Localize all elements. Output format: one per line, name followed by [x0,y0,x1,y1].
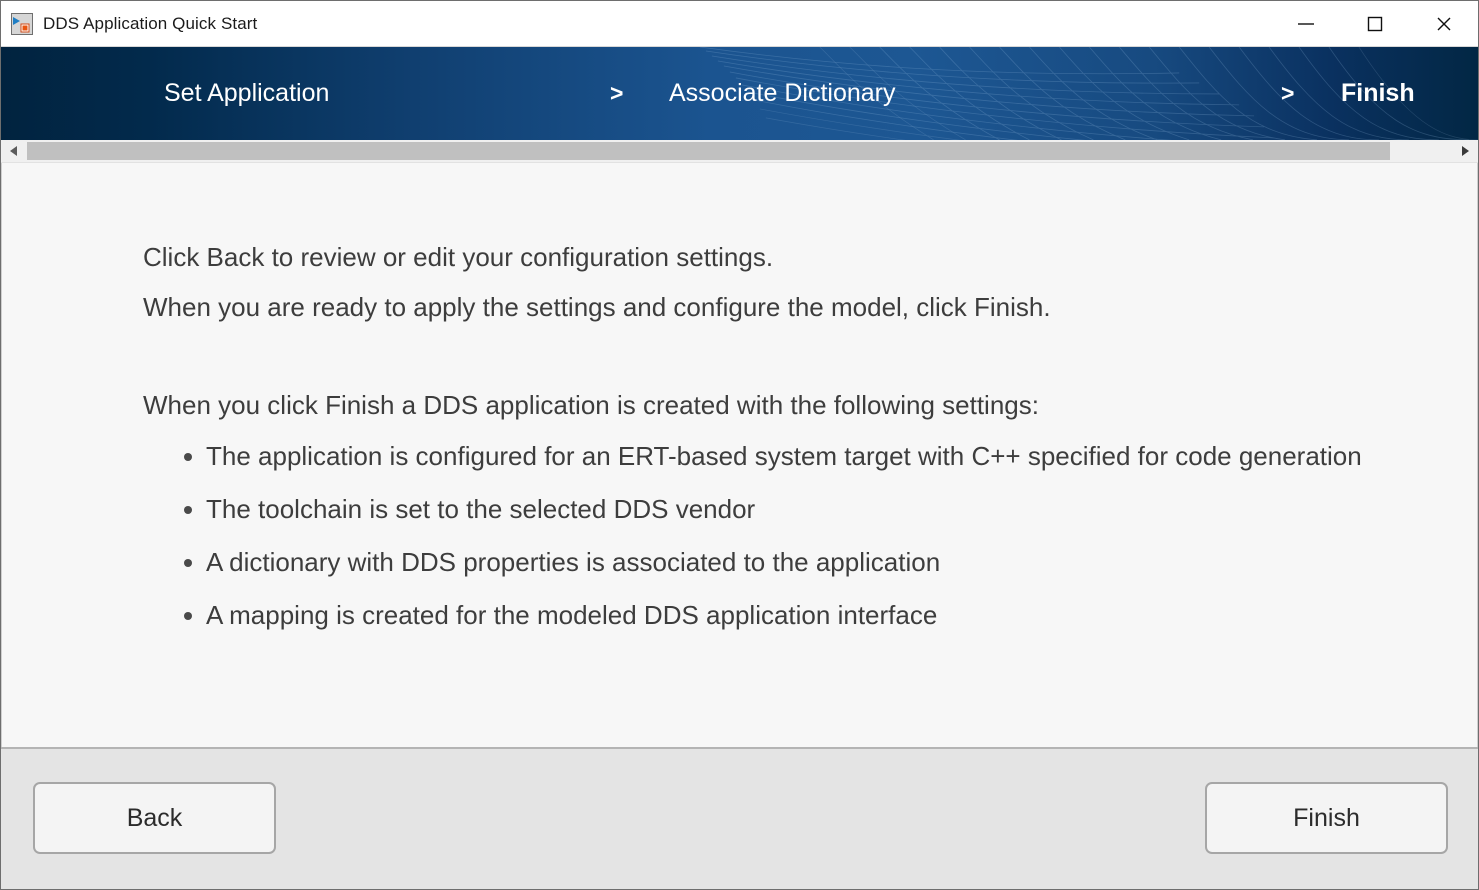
bullet-icon [184,453,192,461]
scroll-left-arrow-icon[interactable] [1,140,27,162]
step-associate-dictionary[interactable]: Associate Dictionary [669,79,895,108]
finish-button[interactable]: Finish [1205,782,1448,854]
title-bar: DDS Application Quick Start [1,1,1478,47]
step-separator-1: > [610,80,624,106]
dds-quick-start-window: DDS Application Quick Start Set Applicat… [0,0,1479,890]
list-item-label: The application is configured for an ERT… [206,441,1362,471]
settings-list: The application is configured for an ERT… [143,430,1437,642]
scrollbar-thumb[interactable] [27,142,1390,160]
step-separator-2: > [1281,80,1295,106]
list-item: A mapping is created for the modeled DDS… [143,589,1437,642]
scroll-right-arrow-icon[interactable] [1452,140,1478,162]
list-item-label: The toolchain is set to the selected DDS… [206,494,756,524]
step-finish[interactable]: Finish [1341,79,1415,108]
bullet-icon [184,506,192,514]
intro-line-2: When you are ready to apply the settings… [143,292,1051,322]
list-item-label: A mapping is created for the modeled DDS… [206,600,938,630]
bullet-icon [184,559,192,567]
window-title: DDS Application Quick Start [43,13,258,33]
summary-text: Click Back to review or edit your config… [143,232,1437,642]
close-button[interactable] [1409,1,1478,46]
text-spacer [143,332,1437,380]
settings-intro: When you click Finish a DDS application … [143,390,1039,420]
content-panel: Click Back to review or edit your config… [1,163,1478,747]
minimize-button[interactable] [1271,1,1340,46]
list-item: The application is configured for an ERT… [143,430,1437,483]
maximize-button[interactable] [1340,1,1409,46]
horizontal-scrollbar[interactable] [1,140,1478,163]
step-list: Set Application > Associate Dictionary >… [1,47,1478,140]
list-item-label: A dictionary with DDS properties is asso… [206,547,941,577]
step-set-application[interactable]: Set Application [164,79,329,108]
list-item: A dictionary with DDS properties is asso… [143,536,1437,589]
footer-bar: Back Finish [1,747,1478,889]
step-banner: Set Application > Associate Dictionary >… [1,47,1478,140]
back-button[interactable]: Back [33,782,276,854]
intro-line-1: Click Back to review or edit your config… [143,242,774,272]
scrollbar-track[interactable] [27,140,1452,162]
simulink-block-icon [11,12,33,35]
bullet-icon [184,612,192,620]
list-item: The toolchain is set to the selected DDS… [143,483,1437,536]
window-controls [1271,1,1478,46]
